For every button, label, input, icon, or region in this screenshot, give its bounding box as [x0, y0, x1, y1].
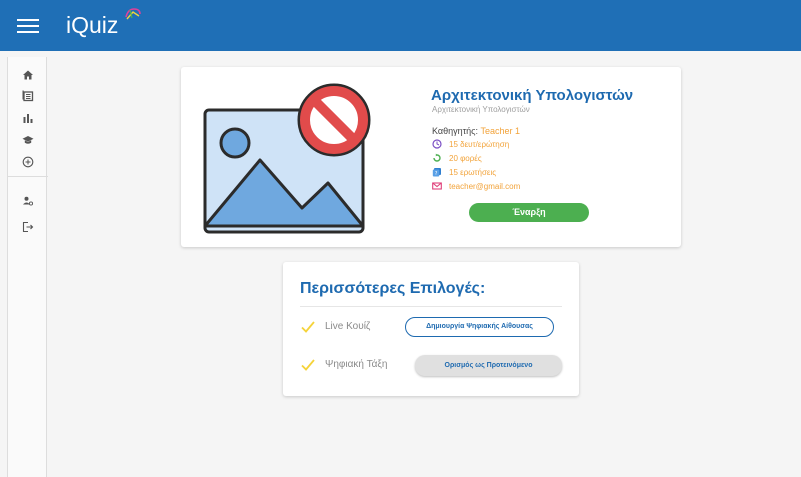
- attempts: 20 φορές: [449, 153, 482, 163]
- hamburger-menu-icon[interactable]: [17, 15, 39, 35]
- live-quiz-label: Live Κουίζ: [325, 321, 371, 332]
- mail-icon: [432, 182, 442, 190]
- create-digital-room-button[interactable]: Δημιουργία Ψηφιακής Αίθουσας: [405, 317, 554, 337]
- teacher-info: Καθηγητής: Teacher 1: [432, 126, 520, 136]
- image-placeholder-icon: [203, 83, 371, 234]
- time-per-question: 15 δευτ/ερώτηση: [449, 139, 510, 149]
- check-icon: [301, 359, 315, 371]
- quiz-title: Αρχιτεκτονική Υπολογιστών: [431, 87, 634, 104]
- options-title: Περισσότερες Επιλογές:: [300, 280, 486, 297]
- nav-quizzes[interactable]: [8, 86, 48, 106]
- nav-users[interactable]: [8, 191, 48, 211]
- teacher-label: Καθηγητής:: [432, 126, 481, 136]
- start-button[interactable]: Έναρξη: [469, 203, 589, 222]
- options-divider: [300, 306, 562, 307]
- more-options-card: Περισσότερες Επιλογές: Live Κουίζ Δημιου…: [283, 262, 579, 396]
- bar-chart-icon: [23, 114, 33, 123]
- questions-icon: ?: [432, 168, 441, 177]
- sidebar-divider: [8, 176, 48, 177]
- questions-row: ? 15 ερωτήσεις: [432, 167, 496, 177]
- teacher-name: Teacher 1: [480, 126, 521, 136]
- teacher-email[interactable]: teacher@gmail.com: [449, 182, 520, 191]
- nav-statistics[interactable]: [8, 108, 48, 128]
- nav-classes[interactable]: [8, 130, 48, 150]
- set-as-recommended-button[interactable]: Ορισμός ως Προτεινόμενο: [415, 355, 562, 376]
- logo-mark-icon: [125, 8, 141, 20]
- digital-class-label: Ψηφιακή Τάξη: [325, 359, 388, 370]
- check-icon: [301, 321, 315, 333]
- side-navigation: [7, 57, 48, 477]
- nav-logout[interactable]: [8, 217, 48, 237]
- top-app-bar: iQuiz: [0, 0, 801, 51]
- graduation-cap-icon: [22, 136, 34, 144]
- nav-create[interactable]: [8, 152, 48, 172]
- add-circle-icon: [22, 156, 34, 168]
- no-entry-icon: [297, 83, 371, 157]
- quiz-subtitle: Αρχιτεκτονική Υπολογιστών: [432, 105, 530, 114]
- list-icon: [22, 90, 34, 102]
- attempts-row: 20 φορές: [432, 153, 482, 163]
- svg-text:?: ?: [435, 171, 438, 177]
- repeat-icon: [433, 153, 441, 162]
- time-per-question-row: 15 δευτ/ερώτηση: [432, 139, 509, 149]
- logout-icon: [22, 221, 34, 233]
- questions-count: 15 ερωτήσεις: [449, 167, 497, 177]
- nav-home[interactable]: [8, 65, 48, 85]
- email-row: teacher@gmail.com: [432, 181, 520, 191]
- quiz-info-card: Αρχιτεκτονική Υπολογιστών Αρχιτεκτονική …: [181, 67, 681, 247]
- users-icon: [23, 196, 34, 206]
- clock-icon: [432, 139, 442, 149]
- home-icon: [23, 70, 33, 80]
- app-logo[interactable]: iQuiz: [66, 12, 118, 38]
